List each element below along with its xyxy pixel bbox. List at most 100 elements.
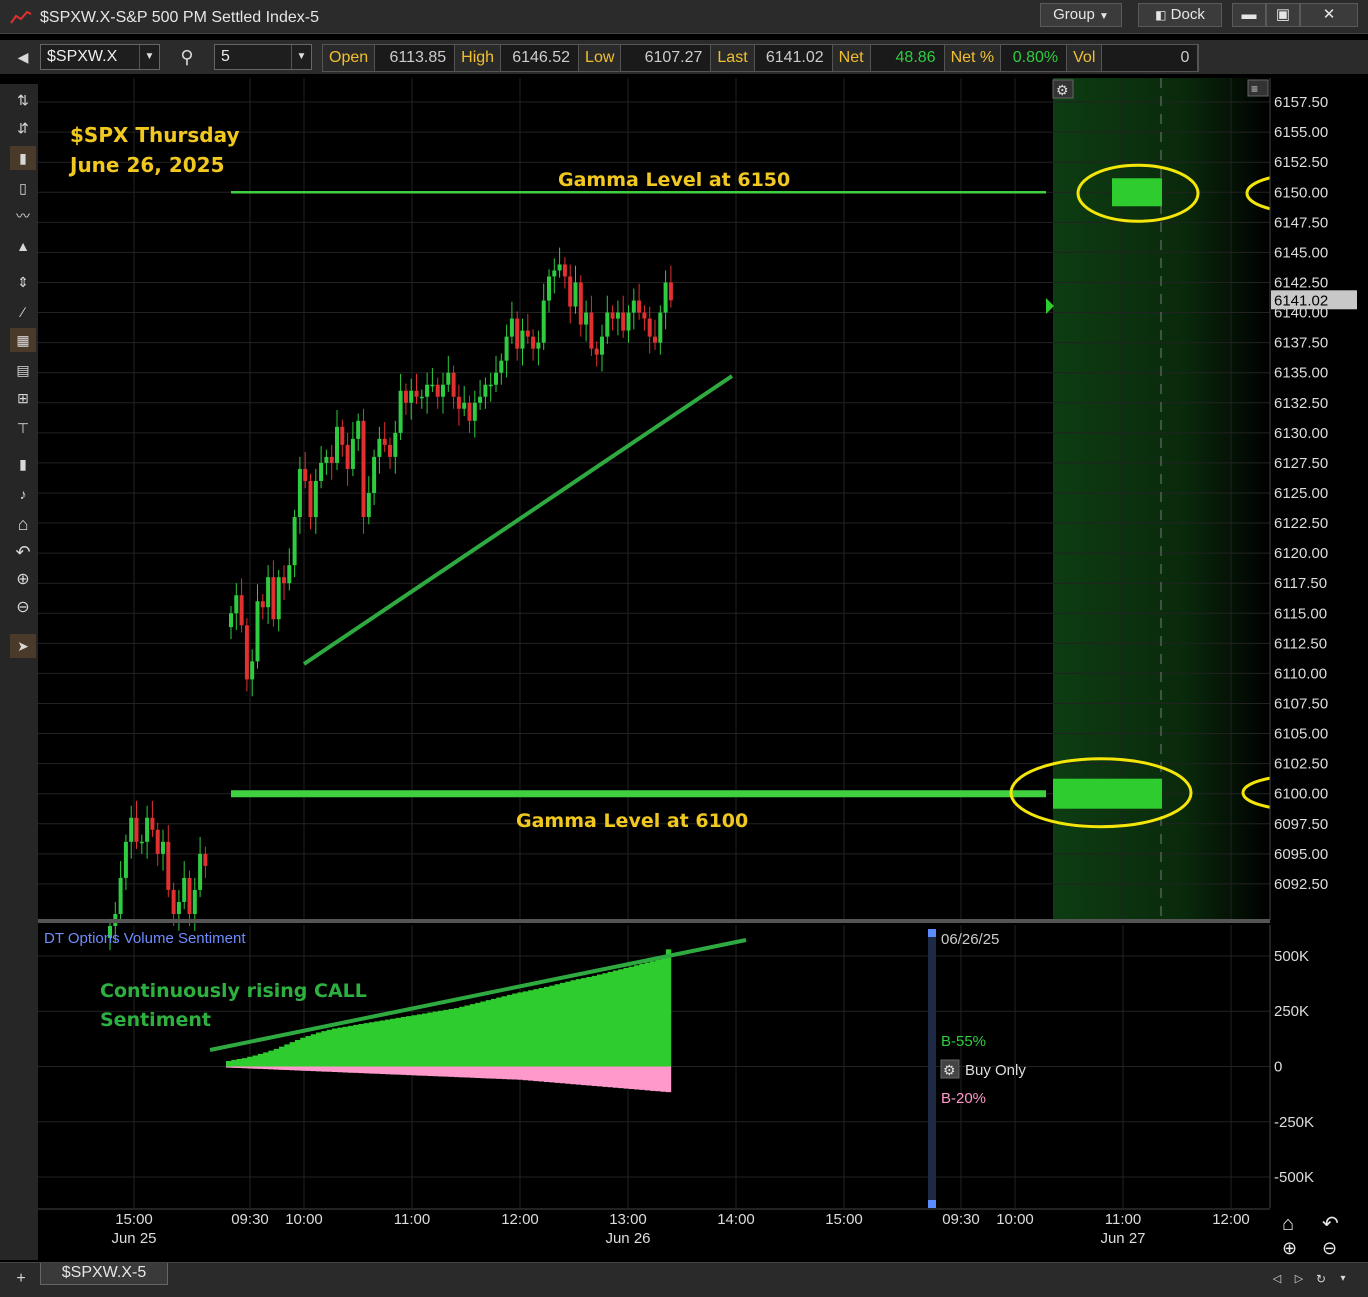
price-tick-label: 6147.50 [1274,214,1328,231]
price-tick-label: 6105.00 [1274,726,1328,743]
undo-icon[interactable]: ↶ [1322,1213,1339,1235]
candle-body [547,276,551,301]
quote-last-value: 6141.02 [754,45,833,71]
chevron-down-icon[interactable]: ▼ [139,45,159,69]
candle-body [541,300,546,343]
current-bar-highlight [928,929,936,1208]
candle-body [260,601,265,608]
sentiment-tick-label: -250K [1274,1114,1314,1131]
cursor-split-icon[interactable]: ⇅ [10,88,36,112]
home-icon[interactable]: ⌂ [1282,1213,1294,1235]
time-tick-label: 15:00 [825,1211,863,1228]
mountain-chart-icon[interactable]: ▲ [10,234,36,258]
ruler-icon[interactable]: ▮ [10,452,36,476]
time-axis: 15:00 Jun 25 09:30 10:00 11:00 12:00 13:00 Jun … [38,1208,1339,1258]
candle-body [536,342,541,349]
chevron-down-icon[interactable]: ▼ [291,45,311,69]
candle-body [350,438,355,469]
candle-body [668,282,673,301]
price-tick-label: 6117.50 [1274,575,1327,592]
pointer-icon[interactable]: ➤ [10,634,36,658]
close-icon: ✕ [1322,6,1336,23]
current-bar-top-marker [928,929,936,937]
sentiment-tick-label: 500K [1274,948,1309,965]
price-tick-label: 6132.50 [1274,395,1328,412]
candle-body [203,853,208,866]
undo-icon[interactable]: ↶ [10,540,36,564]
candle-body [182,877,187,902]
trendline-icon[interactable]: ∕ [10,300,36,324]
vertical-scale-icon[interactable]: ⇕ [10,270,36,294]
title-annotation-line1: $SPX Thursday [70,123,239,147]
line-chart-icon[interactable]: 〰 [10,204,36,228]
time-tick-label: 09:30 [942,1211,980,1228]
gamma-lower-label: Gamma Level at 6100 [516,810,748,832]
menu-chevron-icon[interactable]: ▾ [1330,1267,1356,1291]
chart-area[interactable]: $SPX Thursday June 26, 2025 Gamma Level at… [38,78,1368,1258]
grid-icon[interactable]: ▦ [10,328,36,352]
zoom-in-icon[interactable]: ⊕ [10,568,36,592]
zoom-out-icon[interactable]: ⊖ [10,596,36,620]
dock-icon: ◧ [1155,8,1167,22]
gear-icon[interactable]: ⚙ [943,1062,956,1078]
window-title: $SPXW.X-S&P 500 PM Settled Index-5 [40,9,319,26]
price-tick-label: 6122.50 [1274,515,1328,532]
zoom-in-icon[interactable]: ⊕ [1282,1238,1297,1258]
add-tab-icon[interactable]: + [8,1267,34,1291]
time-tick-label: 11:00 [1105,1211,1141,1228]
search-icon[interactable]: ⚲ [174,45,200,69]
quote-netpct-label: Net % [944,45,1002,71]
candle-body [244,625,249,680]
dock-button[interactable]: ◧ Dock [1138,3,1222,27]
chart-app-icon [10,10,32,24]
price-tick-label: 6127.50 [1274,455,1328,472]
price-tick-label: 6092.50 [1274,876,1328,893]
candle-body [234,595,239,614]
candle-body [250,661,255,680]
minimize-icon: ▬ [1241,6,1257,23]
quote-last-label: Last [711,45,755,71]
zoom-out-icon[interactable]: ⊖ [1322,1238,1337,1258]
sentiment-date-label: 06/26/25 [941,931,999,948]
candle-body [626,312,631,331]
candle-body [313,480,318,518]
quote-net-label: Net [832,45,871,71]
maximize-button[interactable]: ▣ [1266,3,1300,27]
candle-body [187,877,192,914]
close-button[interactable]: ✕ [1300,3,1358,27]
table-icon[interactable]: ▤ [10,358,36,382]
price-axis: 6157.50 6155.00 6152.50 6150.00 6147.50 6145.… [1269,78,1368,920]
chart-tab[interactable]: $SPXW.X-5 [40,1263,168,1285]
candle-body [441,384,445,397]
price-tick-label: 6155.00 [1274,124,1328,141]
home-icon[interactable]: ⌂ [10,512,36,536]
hollow-candle-icon[interactable]: ▯ [10,176,36,200]
group-button[interactable]: Group ▼ [1040,3,1122,27]
interval-input[interactable]: 5 ▼ [214,44,312,70]
candle-body [605,312,610,337]
price-tick-label: 6135.00 [1274,365,1328,382]
crosshair-grid-icon[interactable]: ⊞ [10,386,36,410]
price-tick-label: 6137.50 [1274,335,1328,352]
candlestick-icon[interactable]: ▮ [10,146,36,170]
menu-icon[interactable]: ≡ [1251,82,1258,96]
candle-body [504,336,509,361]
price-tick-label: 6097.50 [1274,816,1328,833]
horizontal-line-icon[interactable]: ⊤ [10,416,36,440]
candle-body [552,270,557,277]
tick-icon[interactable]: ♪ [10,482,36,506]
candle-body [176,901,181,914]
quote-strip: Open 6113.85 High 6146.52 Low 6107.27 La… [322,44,1200,72]
symbol-input[interactable]: $SPXW.X ▼ [40,44,160,70]
candle-body [621,312,626,331]
candle-body [255,601,260,662]
gear-icon[interactable]: ⚙ [1056,82,1069,98]
candle-body [403,390,408,403]
candle-body [297,468,302,518]
quote-low-value: 6107.27 [621,45,712,71]
collapse-left-icon[interactable]: ◀ [10,45,36,69]
title-bar: $SPXW.X-S&P 500 PM Settled Index-5 Group… [0,0,1368,34]
bar-chart-icon[interactable]: ⇵ [10,116,36,140]
minimize-button[interactable]: ▬ [1232,3,1266,27]
quote-vol-label: Vol [1067,45,1103,71]
